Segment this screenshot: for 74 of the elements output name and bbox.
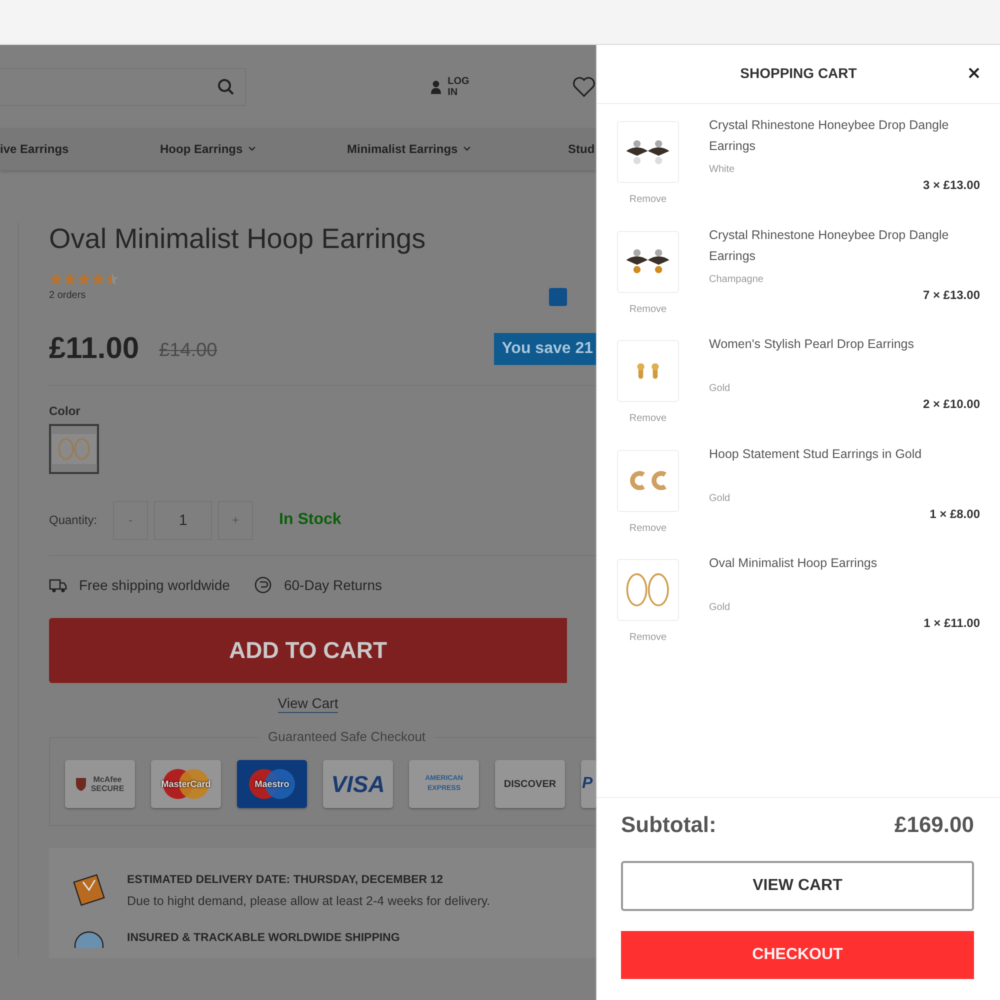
quantity-label: Quantity: (49, 513, 98, 527)
feature-text: Free shipping worldwide (79, 577, 230, 593)
item-quantity-price: 1 × £11.00 (922, 616, 980, 630)
payment-badge: DISCOVER (495, 760, 565, 808)
chevron-icon (248, 146, 256, 152)
remove-link[interactable]: Remove (629, 413, 667, 424)
delivery-text: Due to hight demand, please allow at least 2-4 weeks for delivery. (127, 894, 490, 908)
product-thumbnail[interactable] (617, 450, 679, 512)
delivery-heading: INSURED & TRACKABLE WORLDWIDE SHIPPING (127, 932, 400, 944)
tag-icon (549, 288, 567, 306)
shield-icon (74, 777, 86, 791)
color-swatch[interactable] (49, 424, 99, 474)
checkout-button[interactable]: CHECKOUT (621, 931, 974, 979)
remove-link[interactable]: Remove (629, 522, 667, 534)
remove-link[interactable]: Remove (629, 194, 667, 205)
item-quantity-price: 2 × £10.00 (922, 397, 980, 411)
item-variant: Gold (709, 602, 732, 613)
item-quantity-price: 3 × £13.00 (922, 178, 980, 192)
item-name[interactable]: Oval Minimalist Hoop Earrings (709, 553, 980, 599)
payment-badge: McAfee SECURE (65, 760, 135, 808)
payment-badge: VISA (323, 760, 393, 808)
view-cart-button[interactable]: VIEW CART (621, 861, 974, 911)
item-variant: Champagne (709, 274, 764, 284)
payment-badge: P (581, 760, 596, 808)
star-icon (49, 272, 63, 286)
remove-link[interactable]: Remove (629, 632, 667, 643)
decrease-button[interactable]: - (113, 500, 148, 540)
chevron-icon (462, 146, 471, 152)
nav-item[interactable]: ive Earrings (0, 142, 160, 156)
subtotal-value: £169.00 (894, 812, 974, 838)
item-variant: Gold (709, 492, 732, 504)
product-thumbnail[interactable] (617, 559, 679, 621)
item-quantity-price: 1 × £8.00 (928, 506, 980, 520)
remove-link[interactable]: Remove (629, 304, 667, 314)
product-thumbnail[interactable] (617, 121, 679, 183)
truck-icon (49, 577, 67, 593)
subtotal-label: Subtotal: (621, 812, 716, 838)
delivery-heading: ESTIMATED DELIVERY DATE: THURSDAY, DECEMBER 12 (127, 874, 444, 886)
nav-item[interactable]: Hoop Earrings (160, 142, 347, 156)
stock-status: In Stock (279, 511, 342, 529)
item-name[interactable]: Women's Stylish Pearl Drop Earrings (709, 334, 980, 380)
star-icon (63, 272, 77, 286)
orders-count: 2 orders (49, 290, 86, 301)
star-icon (91, 272, 105, 286)
returns-icon (254, 576, 272, 594)
view-cart-link[interactable]: View Cart (278, 695, 338, 713)
user-icon (430, 80, 442, 94)
price: £11.00 (49, 332, 140, 366)
login-link[interactable]: LOG IN (430, 76, 482, 98)
add-to-cart-button[interactable]: ADD TO CART (49, 618, 567, 683)
increase-button[interactable]: + (218, 500, 254, 540)
item-name[interactable]: Crystal Rhinestone Honeybee Drop Dangle Earrings (709, 224, 980, 270)
close-icon (968, 67, 980, 79)
item-name[interactable]: Crystal Rhinestone Honeybee Drop Dangle Earrings (709, 115, 980, 161)
feature-text: 60-Day Returns (284, 577, 382, 593)
search-field[interactable] (0, 68, 246, 106)
item-name[interactable]: Hoop Statement Stud Earrings in Gold (709, 444, 980, 490)
item-variant: White (709, 164, 736, 175)
savings-badge: You save 21 (494, 333, 596, 365)
nav-item[interactable]: Minimalist Earrings (347, 142, 568, 156)
product-title: Oval Minimalist Hoop Earrings (49, 222, 427, 256)
quantity-field[interactable]: 1 (154, 500, 212, 540)
search-icon (216, 78, 235, 96)
product-thumbnail[interactable] (617, 340, 679, 402)
item-variant: Gold (709, 383, 732, 394)
checkout-title: Guaranteed Safe Checkout (260, 729, 434, 744)
cart-title: SHOPPING CART (740, 65, 857, 81)
heart-icon (572, 76, 596, 98)
product-thumbnail[interactable] (617, 230, 679, 292)
star-icon (77, 272, 91, 286)
color-label: Color (49, 404, 82, 418)
nav-item[interactable]: Stud (568, 142, 596, 156)
item-quantity-price: 7 × £13.00 (922, 288, 980, 302)
star-icon (105, 272, 119, 286)
